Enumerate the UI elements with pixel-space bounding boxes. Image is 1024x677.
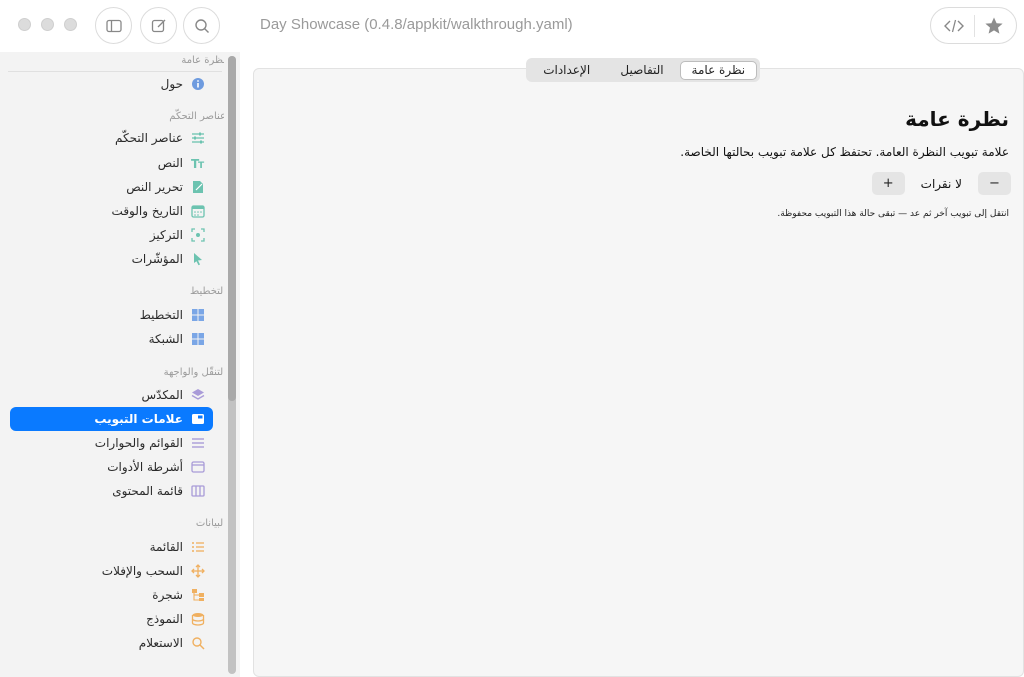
toolbar-divider — [973, 14, 975, 37]
sidebar-item-content-list[interactable]: قائمة المحتوى — [10, 479, 213, 503]
search-icon — [194, 18, 209, 33]
hint-text: انتقل إلى تبويب آخر ثم عد — تبقى حالة هذ… — [777, 209, 1009, 219]
stack-icon — [191, 388, 205, 402]
sidebar-item-label: حول — [160, 77, 183, 91]
sidebar-item-text[interactable]: النص TT — [10, 151, 213, 175]
increment-button[interactable]: + — [871, 172, 905, 195]
tab-settings[interactable]: الإعدادات — [529, 61, 604, 80]
sidebar-item-model[interactable]: النموذج — [10, 607, 213, 631]
layout-icon — [191, 308, 205, 322]
sidebar-item-text-editing[interactable]: تحرير النص — [10, 175, 213, 199]
sidebar-item-tabs[interactable]: علامات التبويب — [10, 407, 213, 431]
sidebar-item-label: قائمة المحتوى — [112, 484, 183, 498]
sidebar-item-label: عناصر التحكّم — [114, 131, 183, 145]
section-title-controls: عناصر التحكّم — [169, 111, 226, 122]
compose-button[interactable] — [140, 7, 177, 44]
edit-doc-icon — [191, 180, 205, 194]
sidebar-item-controls[interactable]: عناصر التحكّم — [10, 126, 213, 150]
code-icon[interactable] — [943, 17, 965, 35]
zoom-window-button[interactable] — [64, 18, 77, 31]
sidebar-item-label: الاستعلام — [138, 636, 183, 650]
sidebar-item-about[interactable]: حول — [10, 72, 213, 96]
list-icon — [191, 540, 205, 554]
menu-icon — [191, 436, 205, 450]
page-description: علامة تبويب النظرة العامة. تحتفظ كل علام… — [680, 145, 1009, 159]
sidebar-item-label: الشبكة — [148, 332, 183, 346]
minimize-window-button[interactable] — [41, 18, 54, 31]
sidebar-item-menus-dialogs[interactable]: القوائم والحوارات — [10, 431, 213, 455]
calendar-icon — [191, 204, 205, 218]
info-icon — [191, 77, 205, 91]
sidebar-item-label: شجرة — [152, 588, 183, 602]
sidebar-item-label: النموذج — [146, 612, 183, 626]
toolbar-icon — [191, 460, 205, 474]
sidebar-item-toolbars[interactable]: أشرطة الأدوات — [10, 455, 213, 479]
sidebar-item-focus[interactable]: التركيز — [10, 223, 213, 247]
sidebar-item-label: تحرير النص — [126, 180, 183, 194]
sidebar-item-label: أشرطة الأدوات — [107, 460, 183, 474]
search-button[interactable] — [183, 7, 220, 44]
sidebar-item-stack[interactable]: المكدّس — [10, 383, 213, 407]
sidebar-item-label: القوائم والحوارات — [94, 436, 183, 450]
sidebar-item-query[interactable]: الاستعلام — [10, 631, 213, 655]
compose-icon — [151, 19, 165, 32]
click-counter: − لا نقرات + — [871, 172, 1011, 195]
sidebar-item-label: السحب والإفلات — [101, 564, 183, 578]
sidebar-item-grid[interactable]: الشبكة — [10, 327, 213, 351]
sidebar-scrollbar-thumb[interactable] — [228, 56, 236, 401]
tab-details[interactable]: التفاصيل — [604, 61, 679, 80]
sidebar-item-label: المكدّس — [141, 388, 183, 402]
decrement-button[interactable]: − — [978, 172, 1011, 195]
grid-icon — [191, 332, 205, 346]
columns-icon — [191, 484, 205, 498]
sidebar-item-cursors[interactable]: المؤشّرات — [10, 247, 213, 271]
sidebar-item-label: المؤشّرات — [131, 252, 183, 266]
tree-icon — [191, 588, 205, 602]
close-window-button[interactable] — [18, 18, 31, 31]
sidebar-item-tree[interactable]: شجرة — [10, 583, 213, 607]
sidebar-item-label: التاريخ والوقت — [111, 204, 183, 218]
tab-overview[interactable]: نظرة عامة — [679, 60, 757, 80]
svg-text:T: T — [198, 161, 205, 170]
sidebar-item-label: التركيز — [149, 228, 183, 242]
sidebar-item-label: التخطيط — [139, 308, 183, 322]
counter-label: لا نقرات — [920, 176, 962, 191]
tab-bar: نظرة عامة التفاصيل الإعدادات — [526, 58, 760, 82]
sidebar-icon — [105, 19, 122, 32]
sidebar-toggle-button[interactable] — [95, 7, 132, 44]
page-title: نظرة عامة — [905, 107, 1009, 131]
sidebar-item-label: القائمة — [149, 540, 183, 554]
star-icon[interactable] — [984, 16, 1004, 36]
focus-icon — [191, 228, 205, 242]
sidebar-item-list[interactable]: القائمة — [10, 535, 213, 559]
section-title-layout: التخطيط — [189, 286, 226, 297]
content-panel: نظرة عامة التفاصيل الإعدادات نظرة عامة ع… — [253, 58, 1024, 677]
section-title-navigation: التنقّل والواجهة — [163, 367, 226, 378]
sidebar: نظرة عامة حول عناصر التحكّم عناصر التحكّ… — [0, 52, 240, 677]
sidebar-item-drag-drop[interactable]: السحب والإفلات — [10, 559, 213, 583]
sidebar-item-label: النص — [157, 156, 183, 170]
sliders-icon — [191, 131, 205, 145]
section-title-data: البيانات — [195, 518, 226, 529]
query-icon — [191, 636, 205, 650]
sidebar-item-date-time[interactable]: التاريخ والوقت — [10, 199, 213, 223]
sidebar-item-label: علامات التبويب — [94, 412, 183, 426]
title-bar: Day Showcase (0.4.8/appkit/walkthrough.y… — [0, 0, 1024, 52]
move-icon — [191, 564, 205, 578]
window-title: Day Showcase (0.4.8/appkit/walkthrough.y… — [260, 16, 573, 33]
sidebar-item-layout[interactable]: التخطيط — [10, 303, 213, 327]
section-title-overview: نظرة عامة — [181, 55, 226, 66]
tabs-icon — [191, 412, 205, 426]
cursor-icon — [191, 252, 205, 266]
toolbar-right-group — [930, 7, 1017, 44]
text-icon: TT — [191, 156, 205, 170]
database-icon — [191, 612, 205, 626]
